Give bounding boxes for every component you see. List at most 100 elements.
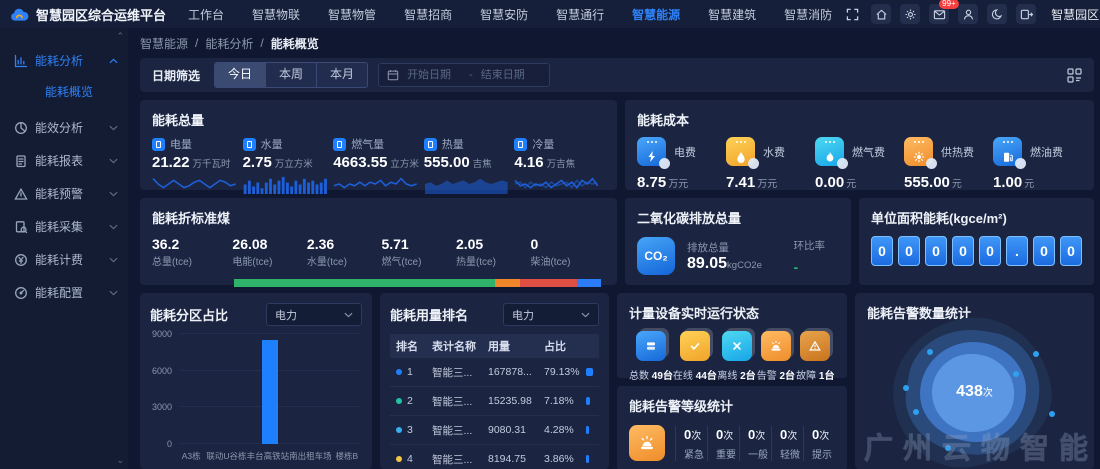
siren-glyph bbox=[770, 340, 782, 352]
moon-icon bbox=[991, 8, 1004, 21]
total-gas: 燃气量 4663.55立方米 bbox=[333, 136, 424, 195]
coal-diesel: 0柴油(tce) bbox=[530, 236, 605, 270]
fuel-pump-glyph bbox=[1002, 151, 1014, 163]
grid-layout-icon bbox=[1067, 68, 1082, 83]
chevron-down-icon bbox=[109, 290, 118, 296]
header-actions: 99+ 智慧园区 bbox=[842, 4, 1099, 24]
ranking-energy-select[interactable]: 电力 bbox=[503, 303, 599, 326]
nav-property[interactable]: 智慧物管 bbox=[328, 6, 376, 23]
this-month-button[interactable]: 本月 bbox=[316, 63, 367, 87]
water-fee-icon bbox=[726, 137, 755, 166]
nav-security[interactable]: 智慧安防 bbox=[480, 6, 528, 23]
device-offline-icon bbox=[722, 331, 752, 361]
end-date-input[interactable] bbox=[481, 69, 535, 81]
y-axis-tick: 0 bbox=[167, 439, 172, 449]
layout-grid-button[interactable] bbox=[1067, 68, 1082, 83]
fullscreen-icon bbox=[846, 8, 859, 21]
billing-coin-icon bbox=[14, 253, 28, 267]
top-nav: 工作台 智慧物联 智慧物管 智慧招商 智慧安防 智慧通行 智慧能源 智慧建筑 智… bbox=[188, 6, 832, 23]
user-icon bbox=[962, 8, 975, 21]
x-axis-label: 南出租车场 bbox=[289, 450, 332, 462]
check-glyph bbox=[689, 340, 701, 352]
username-text[interactable]: 智慧园区 bbox=[1051, 6, 1099, 23]
coal-heat: 2.05热量(tce) bbox=[456, 236, 531, 270]
total-cooling: 冷量 4.16万吉焦 bbox=[514, 136, 605, 195]
co2-ratio: 环比率 - bbox=[794, 238, 826, 275]
this-week-button[interactable]: 本周 bbox=[265, 63, 316, 87]
card-title: 单位面积能耗(kgce/m²) bbox=[871, 208, 1082, 227]
chevron-down-icon bbox=[109, 191, 118, 197]
table-row[interactable]: 4 智能三... 8194.75 3.86% bbox=[390, 445, 599, 469]
messages-button[interactable]: 99+ bbox=[929, 4, 949, 24]
sidebar: ⌃ 能耗分析 能耗概览 能效分析 能耗报表 能耗预警 能耗采集 bbox=[0, 28, 128, 469]
level-minor: 0次轻微 bbox=[771, 426, 803, 461]
meter-icon bbox=[424, 138, 437, 151]
gauge-icon bbox=[14, 286, 28, 300]
co2-total: 排放总量 89.05kgCO2e bbox=[687, 240, 762, 273]
date-range-picker[interactable]: - bbox=[378, 63, 550, 87]
sidebar-item-energy-collection[interactable]: 能耗采集 bbox=[0, 210, 128, 243]
nav-iot[interactable]: 智慧物联 bbox=[252, 6, 300, 23]
start-date-input[interactable] bbox=[407, 69, 461, 81]
usage-ranking-card: 能耗用量排名 电力 排名 表计名称 用量 占比 1 智能三. bbox=[380, 293, 609, 469]
water-sparkline bbox=[243, 173, 328, 195]
breadcrumb-current: 能耗概览 bbox=[271, 35, 319, 52]
meter-icon bbox=[514, 138, 527, 151]
sidebar-item-energy-warning[interactable]: 能耗预警 bbox=[0, 177, 128, 210]
fuel-fee-icon bbox=[993, 137, 1022, 166]
cost-heating: 供热费 555.00元 bbox=[904, 137, 993, 192]
card-title: 二氧化碳排放总量 bbox=[637, 208, 839, 227]
sidebar-item-energy-report[interactable]: 能耗报表 bbox=[0, 144, 128, 177]
scatter-dot bbox=[927, 349, 933, 355]
today-button[interactable]: 今日 bbox=[215, 63, 265, 87]
table-header: 排名 表计名称 用量 占比 bbox=[390, 334, 599, 358]
level-hint: 0次提示 bbox=[803, 426, 835, 461]
gas-sparkline bbox=[333, 173, 418, 195]
zone-energy-select[interactable]: 电力 bbox=[266, 303, 362, 326]
user-button[interactable] bbox=[958, 4, 978, 24]
home-button[interactable] bbox=[871, 4, 891, 24]
nav-access[interactable]: 智慧通行 bbox=[556, 6, 604, 23]
sidebar-item-energy-config[interactable]: 能耗配置 bbox=[0, 276, 128, 309]
cost-fuel: 燃油费 1.00元 bbox=[993, 137, 1082, 192]
fullscreen-button[interactable] bbox=[842, 4, 862, 24]
unit-area-energy-card: 单位面积能耗(kgce/m²) 0 0 0 0 0 . 0 0 bbox=[859, 198, 1094, 285]
exit-button[interactable] bbox=[1016, 4, 1036, 24]
app-title: 智慧园区综合运维平台 bbox=[36, 5, 166, 24]
electricity-sparkline bbox=[152, 173, 237, 195]
sidebar-item-energy-billing[interactable]: 能耗计费 bbox=[0, 243, 128, 276]
nav-energy-active[interactable]: 智慧能源 bbox=[632, 6, 680, 23]
settings-button[interactable] bbox=[900, 4, 920, 24]
theme-button[interactable] bbox=[987, 4, 1007, 24]
meter-icon bbox=[333, 138, 346, 151]
sidebar-item-efficiency-analysis[interactable]: 能效分析 bbox=[0, 111, 128, 144]
coal-total: 36.2总量(tce) bbox=[152, 236, 232, 270]
sidebar-subitem-energy-overview[interactable]: 能耗概览 bbox=[0, 77, 128, 107]
card-title: 能耗总量 bbox=[152, 110, 605, 129]
breadcrumb-analysis[interactable]: 能耗分析 bbox=[205, 35, 253, 52]
table-row[interactable]: 2 智能三... 15235.98 7.18% bbox=[390, 387, 599, 416]
energy-cost-card: 能耗成本 电费 8.75万元 bbox=[625, 100, 1094, 190]
flame-glyph bbox=[824, 151, 836, 163]
breadcrumb-energy[interactable]: 智慧能源 bbox=[140, 35, 188, 52]
chevron-down-icon bbox=[109, 224, 118, 230]
scroll-up-icon[interactable]: ⌃ bbox=[116, 32, 124, 41]
nav-building[interactable]: 智慧建筑 bbox=[708, 6, 756, 23]
cooling-sparkline bbox=[514, 173, 599, 195]
device-status-card: 计量设备实时运行状态 总数 49台 在线 44台 离线 2台 bbox=[617, 293, 847, 378]
device-offline: 离线 2台 bbox=[717, 331, 756, 382]
device-total-icon bbox=[636, 331, 666, 361]
alarm-level-card: 能耗告警等级统计 0次紧急 0次重要 0次一般 0次轻微 0次提示 bbox=[617, 386, 847, 469]
scroll-down-icon[interactable]: ⌄ bbox=[116, 456, 124, 465]
siren-glyph bbox=[639, 435, 655, 451]
nav-workbench[interactable]: 工作台 bbox=[188, 6, 224, 23]
level-important: 0次重要 bbox=[707, 426, 739, 461]
sidebar-item-energy-analysis[interactable]: 能耗分析 bbox=[0, 44, 128, 77]
nav-fire[interactable]: 智慧消防 bbox=[784, 6, 832, 23]
nav-leasing[interactable]: 智慧招商 bbox=[404, 6, 452, 23]
table-row[interactable]: 3 智能三... 9080.31 4.28% bbox=[390, 416, 599, 445]
card-title: 能耗告警等级统计 bbox=[629, 396, 835, 415]
card-title: 能耗折标准煤 bbox=[152, 208, 605, 227]
zone-bar-chart: 0300060009000 A3栋联动U谷栋丰台高铁站南出租车场楼栋B bbox=[150, 334, 362, 462]
table-row[interactable]: 1 智能三... 167878... 79.13% bbox=[390, 358, 599, 387]
